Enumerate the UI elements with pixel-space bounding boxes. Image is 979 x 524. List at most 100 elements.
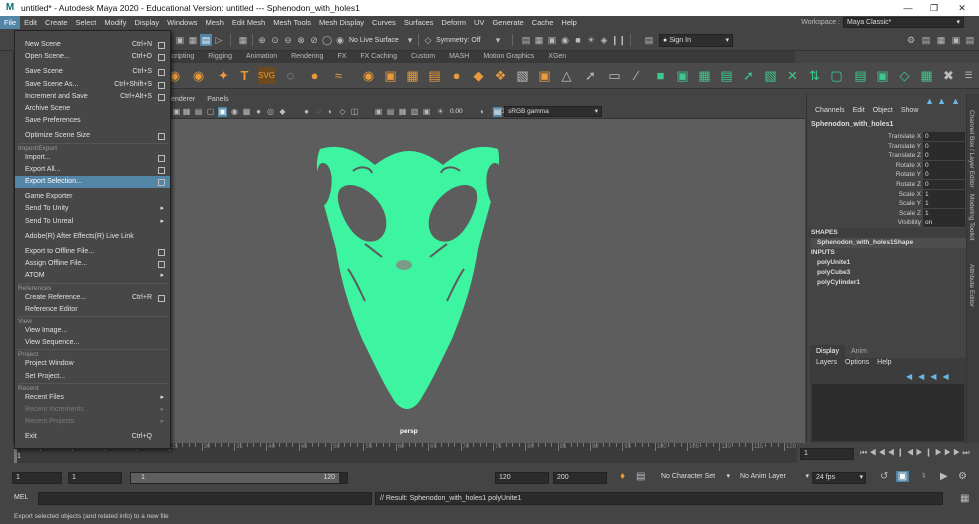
mesh-bridge-icon[interactable]: ▧ bbox=[762, 67, 779, 84]
layer-action-icons[interactable]: ◀◀◀◀ bbox=[906, 372, 955, 381]
world-icon[interactable]: ❖ bbox=[492, 67, 509, 84]
pause-icon[interactable]: ❙❙ bbox=[611, 34, 626, 46]
loop-icon[interactable]: ↺ bbox=[880, 471, 888, 482]
settings-gear-icon[interactable]: ⚙ bbox=[905, 34, 917, 46]
channel-attr-value[interactable]: 1 bbox=[923, 189, 965, 199]
type-icon[interactable]: ● bbox=[306, 67, 323, 84]
mesh-triangulate-icon[interactable]: ▢ bbox=[828, 67, 845, 84]
symmetry-icon[interactable]: ◇ bbox=[422, 34, 434, 46]
file-menu-item[interactable]: Project Window bbox=[15, 358, 170, 370]
channel-icon[interactable]: ▲ bbox=[925, 96, 934, 106]
channel-attr-value[interactable]: 0 bbox=[923, 151, 965, 161]
channel-row[interactable]: Rotate Z0 bbox=[807, 180, 967, 189]
input-node[interactable]: polyCube3 bbox=[817, 269, 850, 276]
ipr-render-icon[interactable]: ▦ bbox=[533, 34, 545, 46]
key-settings-icon[interactable]: ▤ bbox=[636, 471, 645, 482]
command-mode-label[interactable]: MEL bbox=[14, 494, 28, 501]
current-frame-field[interactable]: 1 bbox=[800, 448, 854, 460]
go-to-end-icon[interactable]: ⏭ bbox=[962, 448, 971, 457]
wireframe-icon[interactable]: ▣ bbox=[218, 107, 227, 117]
snap-view-icon[interactable]: ⊖ bbox=[282, 34, 294, 46]
xray-active-icon[interactable]: ◐ bbox=[326, 107, 335, 117]
text-tool-icon[interactable]: T bbox=[236, 67, 253, 84]
file-menu-item[interactable]: Recent Files ▸ bbox=[15, 392, 170, 404]
channel-tab-show[interactable]: Show bbox=[901, 107, 919, 114]
menu-mesh[interactable]: Mesh bbox=[202, 16, 228, 29]
curve-node-icon[interactable]: ● bbox=[448, 67, 465, 84]
option-box-icon[interactable] bbox=[158, 154, 165, 162]
input-node[interactable]: polyUnite1 bbox=[817, 259, 850, 266]
maximize-icon[interactable]: ❐ bbox=[921, 0, 947, 16]
cut-icon[interactable]: ✖ bbox=[940, 67, 957, 84]
file-menu-item[interactable]: Send To Unreal ▸ bbox=[15, 216, 170, 228]
mesh-reduce-icon[interactable]: ▣ bbox=[874, 67, 891, 84]
input-node[interactable]: polyCylinder1 bbox=[817, 279, 860, 286]
menu-display[interactable]: Display bbox=[131, 16, 164, 29]
file-menu-item[interactable]: View Image... bbox=[15, 325, 170, 337]
file-menu-item[interactable]: Export to Offline File... bbox=[15, 246, 170, 258]
shelf-tab-mash[interactable]: MASH bbox=[442, 51, 476, 63]
gamma-icon[interactable]: ◐ bbox=[478, 107, 487, 117]
menu-mesh-tools[interactable]: Mesh Tools bbox=[269, 16, 315, 29]
option-box-icon[interactable] bbox=[158, 249, 165, 256]
menu-windows[interactable]: Windows bbox=[163, 16, 201, 29]
lights-icon[interactable]: ● bbox=[254, 107, 263, 117]
step-back-icon[interactable]: ◀┃ bbox=[887, 448, 906, 457]
mash-network-icon[interactable]: ◉ bbox=[360, 67, 377, 84]
channel-row[interactable]: Rotate X0 bbox=[807, 160, 967, 170]
playback-icon[interactable]: ▶ bbox=[940, 471, 948, 482]
side-tab-modeling-toolkit[interactable]: Modeling Toolkit bbox=[968, 194, 975, 241]
field-chart-icon[interactable]: ▧ bbox=[410, 107, 419, 117]
file-menu-item[interactable]: Send To Unity ▸ bbox=[15, 203, 170, 215]
menu-uv[interactable]: UV bbox=[470, 16, 488, 29]
help-menu[interactable]: Help bbox=[877, 359, 891, 366]
pin-icon[interactable]: ▭ bbox=[606, 67, 623, 84]
render-settings-icon[interactable]: ▣ bbox=[546, 34, 558, 46]
file-menu-item[interactable]: Reference Editor bbox=[15, 304, 170, 316]
file-menu-item[interactable]: Increment and Save Ctrl+Alt+S bbox=[15, 91, 170, 103]
exposure-field[interactable]: 0.00 bbox=[446, 107, 478, 117]
mesh-insert-edge-icon[interactable]: ▦ bbox=[918, 67, 935, 84]
file-menu-item[interactable]: Adobe(R) After Effects(R) Live Link bbox=[15, 231, 170, 243]
option-box-icon[interactable] bbox=[158, 54, 165, 62]
go-to-start-icon[interactable]: ⏮ bbox=[860, 448, 869, 457]
option-box-icon[interactable] bbox=[158, 179, 165, 186]
file-menu-item[interactable]: Exit Ctrl+Q bbox=[15, 431, 170, 443]
file-menu-item[interactable]: Open Scene... Ctrl+O bbox=[15, 51, 170, 63]
toggle-channel-icon[interactable]: ▤ bbox=[964, 34, 976, 46]
menu-curves[interactable]: Curves bbox=[368, 16, 400, 29]
wave-icon[interactable]: ≈ bbox=[330, 67, 347, 84]
file-menu-item[interactable]: New Scene Ctrl+N bbox=[15, 39, 170, 51]
mesh-separate-icon[interactable]: ⇅ bbox=[806, 67, 823, 84]
make-live-icon[interactable]: ◉ bbox=[334, 34, 346, 46]
shadows-icon[interactable]: ◎ bbox=[266, 107, 275, 117]
channel-row[interactable]: Rotate Y0 bbox=[807, 170, 967, 180]
smooth-shade-icon[interactable]: ◉ bbox=[230, 107, 239, 117]
mesh-smooth-icon[interactable]: ▤ bbox=[718, 67, 735, 84]
camera-icon[interactable]: ▣ bbox=[172, 107, 181, 117]
option-box-icon[interactable] bbox=[158, 261, 165, 269]
menu-mesh-display[interactable]: Mesh Display bbox=[315, 16, 368, 29]
channel-row[interactable]: Visibility on bbox=[807, 218, 967, 228]
channel-tab-edit[interactable]: Edit bbox=[853, 107, 865, 114]
file-menu-item[interactable]: Archive Scene bbox=[15, 103, 170, 115]
signal-icon[interactable]: ∕ bbox=[628, 67, 645, 84]
channel-row[interactable]: Scale Z1 bbox=[807, 208, 967, 218]
gate-mask-icon[interactable]: ▣ bbox=[374, 107, 383, 117]
step-back-key-icon[interactable]: ◀◀ bbox=[869, 448, 887, 457]
select-mode-icon[interactable]: ▣ bbox=[174, 34, 186, 46]
hypershade-icon[interactable]: ◉ bbox=[559, 34, 571, 46]
channel-row[interactable]: Translate Z0 bbox=[807, 151, 967, 161]
snap-grid-icon[interactable]: ▦ bbox=[237, 34, 249, 46]
chevron-down-icon[interactable]: ▾ bbox=[492, 34, 504, 46]
camera-icon[interactable]: ◈ bbox=[598, 34, 610, 46]
option-box-icon[interactable] bbox=[158, 81, 165, 89]
distribute-icon[interactable]: ▣ bbox=[382, 67, 399, 84]
file-menu-item[interactable]: Assign Offline File... bbox=[15, 258, 170, 270]
tab-anim[interactable]: Anim bbox=[845, 345, 873, 358]
symmetry-label[interactable]: Symmetry: Off bbox=[436, 35, 481, 47]
option-box-icon[interactable] bbox=[158, 42, 165, 49]
fps-dropdown[interactable]: 24 fps ▾ bbox=[812, 472, 866, 484]
file-menu-item[interactable]: Recent Projects ▸ bbox=[15, 416, 170, 428]
mesh-combine-icon[interactable]: ✕ bbox=[784, 67, 801, 84]
